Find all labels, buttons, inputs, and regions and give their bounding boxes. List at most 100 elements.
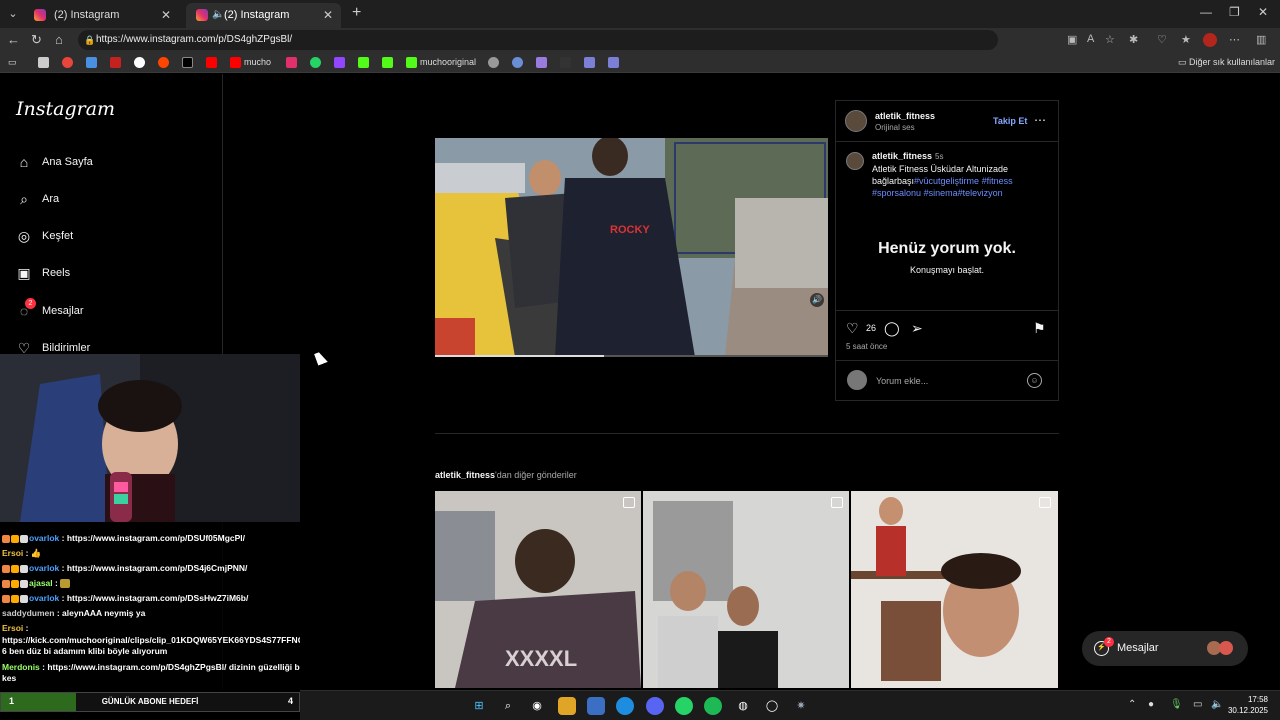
network-icon[interactable]: ▭ (1193, 699, 1202, 710)
other-bookmarks-folder[interactable]: ▭ Diğer sık kullanılanlar (1178, 55, 1275, 70)
system-clock[interactable]: 17:58 30.12.2025 (1228, 694, 1268, 716)
bookmark-youtube[interactable] (206, 55, 220, 70)
bookmark-tm[interactable] (560, 55, 574, 70)
more-options-icon[interactable]: ⋯ (1034, 113, 1046, 127)
follow-button[interactable]: Takip Et (993, 116, 1027, 126)
bookmark-instagram[interactable] (286, 55, 300, 70)
edge-icon[interactable] (616, 697, 634, 715)
discord-icon[interactable] (646, 697, 664, 715)
start-windows-icon[interactable]: ⊞ (470, 697, 488, 715)
bookmark-twitch[interactable] (334, 55, 348, 70)
bookmark-13[interactable] (608, 55, 622, 70)
whatsapp-icon[interactable] (675, 697, 693, 715)
video-frame[interactable]: ROCKY (435, 138, 828, 357)
new-tab-icon[interactable]: + (352, 4, 361, 22)
bookmark-8[interactable] (488, 55, 502, 70)
messages-button[interactable]: ⚡ 2 Mesajlar (1082, 631, 1248, 666)
grid-post-image: XXXXL (435, 491, 641, 688)
home-icon[interactable]: ⌂ (55, 32, 63, 48)
split-screen-icon[interactable]: ▣ (1067, 33, 1077, 46)
tab-actions-menu-icon[interactable]: ⌄ (4, 5, 22, 23)
bookmark-3[interactable] (86, 55, 100, 70)
bookmark-reddit[interactable] (158, 55, 172, 70)
store-icon[interactable] (587, 697, 605, 715)
sidebar-toggle-icon[interactable]: ▥ (1256, 33, 1266, 46)
caption-username[interactable]: atletik_fitness (872, 151, 932, 161)
url-field[interactable]: 🔒 https://www.instagram.com/p/DS4ghZPgsB… (78, 30, 998, 50)
close-window-icon[interactable]: ✕ (1258, 5, 1268, 19)
tray-mic-icon[interactable]: 🎙 (1170, 699, 1183, 710)
extensions-icon[interactable]: ✱ (1129, 33, 1138, 46)
emoji-icon[interactable]: ☺ (1027, 373, 1042, 388)
instagram-logo[interactable]: Instagram (16, 98, 115, 120)
hashtag[interactable]: #sporsalonu (872, 188, 921, 198)
bookmark-10[interactable] (536, 55, 550, 70)
bookmark-whatsapp[interactable] (310, 55, 324, 70)
reload-icon[interactable]: ↻ (31, 32, 42, 48)
volume-icon[interactable]: 🔊 (810, 293, 824, 307)
app-icon-circle[interactable]: ◯ (763, 697, 781, 715)
bookmark-muchooriginal[interactable]: muchooriginal (406, 55, 476, 70)
bookmark-2[interactable] (62, 55, 76, 70)
comment-icon[interactable]: ◯ (884, 320, 900, 337)
caption-avatar[interactable] (846, 152, 864, 170)
audio-label[interactable]: Orijinal ses (875, 123, 915, 132)
search-icon[interactable]: ⌕ (499, 697, 517, 715)
close-tab-icon[interactable]: ✕ (161, 3, 171, 27)
messages-badge: 2 (25, 298, 36, 309)
obs-icon[interactable]: ◍ (734, 697, 752, 715)
video-progress-fill (435, 355, 604, 357)
author-username[interactable]: atletik_fitness (875, 111, 935, 121)
maximize-icon[interactable]: ❐ (1229, 5, 1240, 19)
bookmark-12[interactable] (584, 55, 598, 70)
grid-post-1[interactable]: XXXXL (435, 491, 641, 688)
bookmark-9[interactable] (512, 55, 526, 70)
chat-message: saddydumen : aleynAAA neymiş ya (2, 608, 146, 618)
close-tab-icon[interactable]: ✕ (323, 3, 333, 27)
like-heart-icon[interactable]: ♡ (846, 320, 859, 337)
bookmark-x[interactable] (182, 55, 196, 70)
share-icon[interactable]: ➢ (911, 320, 923, 337)
tray-app-icon[interactable]: ● (1148, 699, 1154, 710)
profile-avatar[interactable] (1203, 33, 1217, 47)
bookmark-kick[interactable] (382, 55, 396, 70)
bookmark-1[interactable] (38, 55, 52, 70)
favorite-star-icon[interactable]: ☆ (1105, 33, 1115, 46)
app-icon-gear[interactable]: ✷ (792, 697, 810, 715)
browser-tab-1[interactable]: (2) Instagram ✕ (24, 3, 179, 28)
settings-more-icon[interactable]: ⋯ (1229, 33, 1240, 46)
subscriber-goal-bar: 1 GÜNLÜK ABONE HEDEFİ 4 (0, 692, 300, 712)
bookmark-mucho[interactable]: mucho (230, 55, 271, 70)
spotify-icon[interactable] (704, 697, 722, 715)
bookmark-gmail[interactable] (110, 55, 124, 70)
volume-tray-icon[interactable]: 🔈 (1211, 699, 1223, 710)
svg-text:ROCKY: ROCKY (610, 224, 650, 236)
bookmark-google[interactable] (134, 55, 148, 70)
favorites-icon[interactable]: ★ (1181, 33, 1191, 46)
save-bookmark-icon[interactable]: ⚑ (1033, 320, 1046, 337)
comment-input[interactable]: Yorum ekle... (876, 376, 928, 386)
back-icon[interactable]: ← (7, 32, 20, 48)
hashtag[interactable]: #televizyon (958, 188, 1003, 198)
video-progress-bar[interactable] (435, 355, 828, 357)
browser-tab-2[interactable]: 🔈 (2) Instagram ✕ (186, 3, 341, 28)
hashtag[interactable]: #sinema (924, 188, 958, 198)
grid-post-3[interactable] (851, 491, 1058, 688)
goal-label: GÜNLÜK ABONE HEDEFİ (101, 697, 199, 706)
speaker-icon[interactable]: 🔈 (212, 3, 224, 27)
author-avatar[interactable] (845, 110, 867, 132)
hashtag[interactable]: #fitness (982, 176, 1013, 186)
tray-chevron-icon[interactable]: ⌃ (1128, 699, 1136, 710)
read-aloud-icon[interactable]: A (1087, 33, 1094, 45)
grid-post-2[interactable] (643, 491, 849, 688)
caption-text: Atletik Fitness Üsküdar Altunizade bağla… (872, 164, 1013, 198)
steam-icon[interactable]: ◉ (528, 697, 546, 715)
bookmark-kick-green[interactable] (358, 55, 372, 70)
bookmark-gamepad-icon[interactable]: ▭ (8, 55, 17, 70)
chat-message: ajasal : (2, 578, 71, 589)
hashtag[interactable]: #vücutgeliştirme (914, 176, 979, 186)
file-explorer-icon[interactable] (558, 697, 576, 715)
browser-essentials-icon[interactable]: ♡ (1157, 33, 1167, 46)
reels-icon: ▣ (17, 265, 31, 281)
minimize-icon[interactable]: — (1200, 5, 1212, 19)
